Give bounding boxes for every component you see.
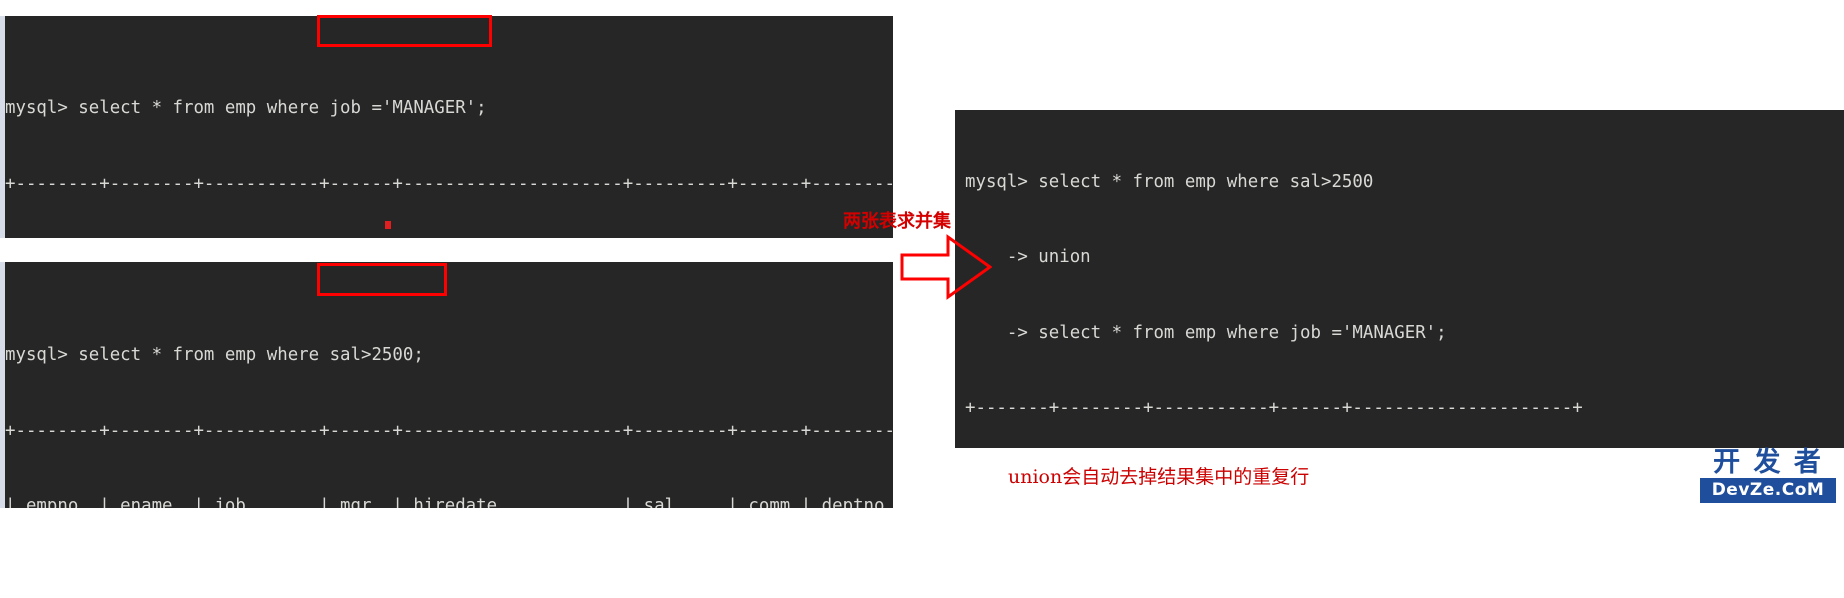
red-arrow-icon xyxy=(900,234,992,300)
table-separator-top: +-------+--------+-----------+------+---… xyxy=(965,398,1583,419)
table-header-row: | empno | ename | job | mgr | hiredate |… xyxy=(5,495,893,508)
logo-bottom-text: DevZe.CoM xyxy=(1700,478,1836,503)
sql-continuation-line-select: -> select * from emp where job ='MANAGER… xyxy=(965,322,1447,343)
annotation-dedupe-note: union会自动去掉结果集中的重复行 xyxy=(1008,466,1310,488)
table-separator-top: +--------+--------+-----------+------+--… xyxy=(5,420,893,441)
logo-top-text: 开 发 者 xyxy=(1713,447,1823,478)
site-logo: 开 发 者 DevZe.CoM xyxy=(1700,448,1836,508)
sql-prompt-line: mysql> select * from emp where sal>2500; xyxy=(5,345,424,366)
sql-prompt-line: mysql> select * from emp where sal>2500 xyxy=(965,172,1374,193)
terminal-panel-salary-query[interactable]: mysql> select * from emp where sal>2500;… xyxy=(0,262,893,508)
annotation-union-note: 两张表求并集 xyxy=(843,211,951,232)
sql-continuation-line-union: -> union xyxy=(965,247,1091,268)
table-separator-top: +--------+--------+-----------+------+--… xyxy=(5,173,893,194)
terminal-panel-manager-query[interactable]: mysql> select * from emp where job ='MAN… xyxy=(0,16,893,238)
terminal-panel-union-query[interactable]: mysql> select * from emp where sal>2500 … xyxy=(955,110,1844,448)
sql-prompt-line: mysql> select * from emp where job ='MAN… xyxy=(5,98,487,119)
screenshot-root: mysql> select * from emp where job ='MAN… xyxy=(0,0,1844,598)
panel-left-strip xyxy=(0,262,5,508)
panel-left-strip xyxy=(0,16,5,238)
red-marker-dot xyxy=(385,221,391,229)
